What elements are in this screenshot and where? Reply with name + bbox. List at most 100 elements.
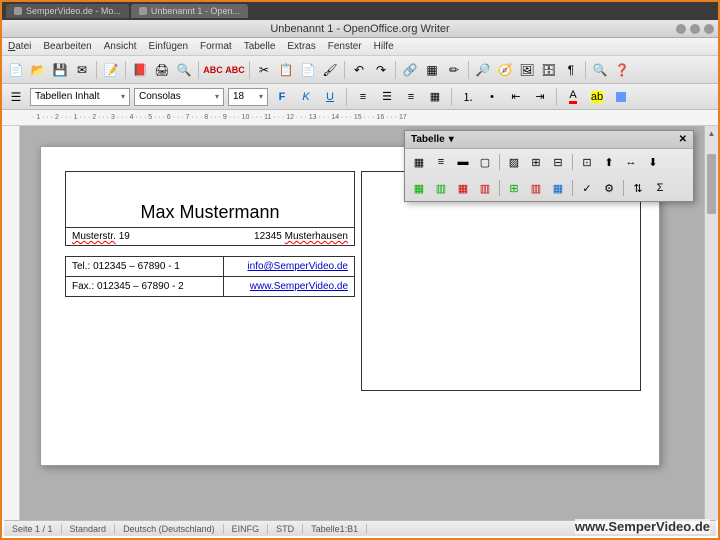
maximize-button[interactable] (690, 24, 700, 34)
email-button[interactable]: ✉ (72, 60, 92, 80)
redo-button[interactable]: ↷ (371, 60, 391, 80)
select-table-icon[interactable]: ⊞ (504, 178, 524, 198)
menu-tabelle[interactable]: Tabelle (244, 41, 276, 52)
menu-einfuegen[interactable]: Einfügen (149, 41, 188, 52)
browser-tab-1[interactable]: SemperVideo.de - Mo... (6, 4, 129, 18)
scroll-thumb[interactable] (707, 154, 716, 214)
highlight-button[interactable]: ab (587, 88, 607, 106)
vertical-scrollbar[interactable]: ▲ (704, 126, 718, 520)
merge-cells-icon[interactable]: ⊞ (526, 152, 546, 172)
menu-fenster[interactable]: Fenster (328, 41, 362, 52)
autospell-button[interactable]: ABC (225, 60, 245, 80)
bottom-align-icon[interactable]: ⬇ (643, 152, 663, 172)
autoformat-icon[interactable]: ✓ (577, 178, 597, 198)
nonprint-button[interactable]: ¶ (561, 60, 581, 80)
business-card-right[interactable] (361, 171, 641, 391)
close-button[interactable] (704, 24, 714, 34)
styles-button[interactable]: ☰ (6, 87, 26, 107)
font-name-combo[interactable]: Consolas ▾ (134, 88, 224, 106)
undo-button[interactable]: ↶ (349, 60, 369, 80)
number-list-button[interactable]: ⒈ (458, 88, 478, 106)
sum-icon[interactable]: Σ (650, 178, 670, 198)
insert-row-icon[interactable]: ▦ (409, 178, 429, 198)
optimize-icon[interactable]: ⊡ (577, 152, 597, 172)
italic-button[interactable]: K (296, 88, 316, 106)
status-lang[interactable]: Deutsch (Deutschland) (115, 524, 224, 534)
split-cells-icon[interactable]: ⊟ (548, 152, 568, 172)
table-button[interactable]: ▦ (422, 60, 442, 80)
table-new-icon[interactable]: ▦ (409, 152, 429, 172)
vertical-ruler[interactable] (2, 126, 20, 520)
menu-bearbeiten[interactable]: Bearbeiten (43, 41, 91, 52)
status-std[interactable]: STD (268, 524, 303, 534)
bg-color-icon[interactable]: ▨ (504, 152, 524, 172)
align-left-button[interactable]: ≡ (353, 88, 373, 106)
browser-tab-2[interactable]: Unbenannt 1 - Open... (131, 4, 248, 18)
gallery-button[interactable]: 🖼 (517, 60, 537, 80)
underline-button[interactable]: U (320, 88, 340, 106)
card-fax-row: Fax.: 012345 – 67890 - 2 www.SemperVideo… (66, 276, 354, 296)
paste-button[interactable]: 📄 (298, 60, 318, 80)
copy-button[interactable]: 📋 (276, 60, 296, 80)
export-pdf-button[interactable]: 📕 (130, 60, 150, 80)
find-button[interactable]: 🔎 (473, 60, 493, 80)
pin-icon[interactable]: ▾ (449, 134, 454, 145)
paragraph-style-combo[interactable]: Tabellen Inhalt ▾ (30, 88, 130, 106)
bold-button[interactable]: F (272, 88, 292, 106)
properties-icon[interactable]: ⚙ (599, 178, 619, 198)
decrease-indent-button[interactable]: ⇤ (506, 88, 526, 106)
business-card-left[interactable]: Max Mustermann Musterstr. 19 12345 Muste… (65, 171, 355, 246)
scroll-up-icon[interactable]: ▲ (705, 126, 718, 140)
menu-hilfe[interactable]: Hilfe (374, 41, 394, 52)
datasource-button[interactable]: 🗄 (539, 60, 559, 80)
edit-doc-button[interactable]: 📝 (101, 60, 121, 80)
format-paint-button[interactable]: 🖌 (320, 60, 340, 80)
toolbar-separator (346, 88, 347, 106)
select-col-icon[interactable]: ▥ (526, 178, 546, 198)
top-align-icon[interactable]: ⬆ (599, 152, 619, 172)
delete-row-icon[interactable]: ▦ (453, 178, 473, 198)
card-contact-block[interactable]: Tel.: 012345 – 67890 - 1 info@SemperVide… (65, 256, 355, 297)
sort-icon[interactable]: ⇅ (628, 178, 648, 198)
close-icon[interactable]: ✕ (679, 134, 687, 145)
open-button[interactable]: 📂 (28, 60, 48, 80)
help-button[interactable]: ❓ (612, 60, 632, 80)
print-button[interactable]: 🖨 (152, 60, 172, 80)
status-insert[interactable]: EINFG (224, 524, 269, 534)
line-color-icon[interactable]: ▬ (453, 152, 473, 172)
status-style[interactable]: Standard (62, 524, 116, 534)
save-button[interactable]: 💾 (50, 60, 70, 80)
align-justify-button[interactable]: ▦ (425, 88, 445, 106)
bullet-list-button[interactable]: • (482, 88, 502, 106)
borders-icon[interactable]: ▢ (475, 152, 495, 172)
show-draw-button[interactable]: ✏ (444, 60, 464, 80)
bg-color-button[interactable] (611, 88, 631, 106)
navigator-button[interactable]: 🧭 (495, 60, 515, 80)
hyperlink-button[interactable]: 🔗 (400, 60, 420, 80)
minimize-button[interactable] (676, 24, 686, 34)
delete-col-icon[interactable]: ▥ (475, 178, 495, 198)
menu-datei[interactable]: Datei (8, 41, 31, 52)
line-style-icon[interactable]: ≡ (431, 152, 451, 172)
select-row-icon[interactable]: ▦ (548, 178, 568, 198)
cut-button[interactable]: ✂ (254, 60, 274, 80)
menu-extras[interactable]: Extras (287, 41, 315, 52)
horizontal-ruler[interactable]: · 1 · · · 2 · · · 1 · · · 2 · · · 3 · · … (2, 110, 718, 126)
center-align-icon[interactable]: ↔ (621, 152, 641, 172)
font-color-button[interactable]: A (563, 88, 583, 106)
panel-titlebar[interactable]: Tabelle ▾ ✕ (405, 131, 693, 149)
font-size-combo[interactable]: 18 ▾ (228, 88, 268, 106)
card-name: Max Mustermann (66, 172, 354, 227)
align-center-button[interactable]: ☰ (377, 88, 397, 106)
new-doc-button[interactable]: 📄 (6, 60, 26, 80)
insert-col-icon[interactable]: ▥ (431, 178, 451, 198)
table-toolbar-panel[interactable]: Tabelle ▾ ✕ ▦ ≡ ▬ ▢ ▨ ⊞ ⊟ ⊡ ⬆ ↔ ⬇ ▦ (404, 130, 694, 202)
spellcheck-button[interactable]: ABC (203, 60, 223, 80)
zoom-button[interactable]: 🔍 (590, 60, 610, 80)
preview-button[interactable]: 🔍 (174, 60, 194, 80)
menu-format[interactable]: Format (200, 41, 232, 52)
menu-ansicht[interactable]: Ansicht (104, 41, 137, 52)
tab-favicon (14, 7, 22, 15)
increase-indent-button[interactable]: ⇥ (530, 88, 550, 106)
align-right-button[interactable]: ≡ (401, 88, 421, 106)
